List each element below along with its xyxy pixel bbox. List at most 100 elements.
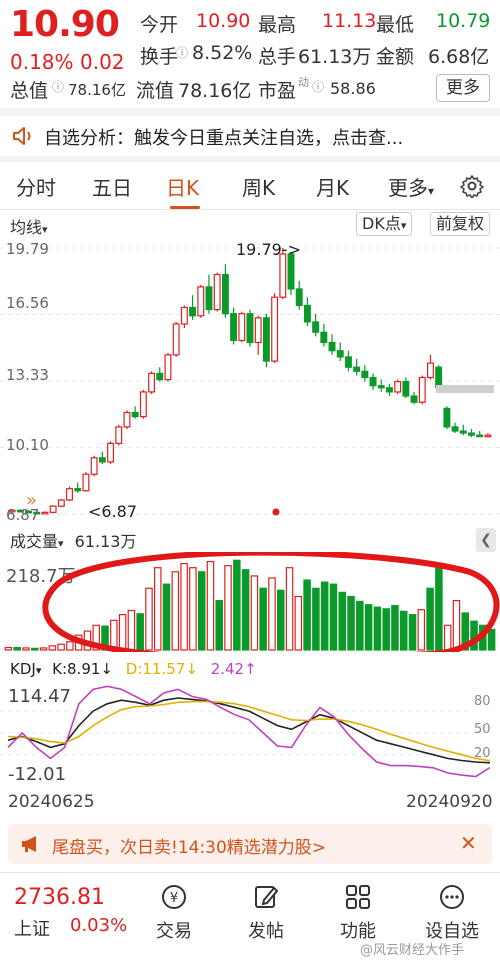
more-button[interactable]: 更多 xyxy=(436,74,490,102)
nav-add-watchlist[interactable]: 设自选 xyxy=(412,883,492,943)
volume-bar xyxy=(48,645,57,651)
candle-body xyxy=(271,296,279,362)
tab-more[interactable]: 更多▾ xyxy=(388,172,434,201)
nav-post[interactable]: 发帖 xyxy=(226,883,306,943)
adjust-selector[interactable]: 前复权 xyxy=(430,212,491,236)
candle-body xyxy=(115,426,123,444)
candle-body xyxy=(435,366,443,389)
volume-bar xyxy=(391,604,399,651)
candle-body xyxy=(443,407,451,428)
volume-bar xyxy=(153,567,162,651)
pe-value: 58.86 xyxy=(330,79,376,98)
volume-chart[interactable] xyxy=(0,552,500,652)
volume-bar xyxy=(443,624,452,651)
caret-down-icon: ▾ xyxy=(58,537,64,550)
period-tabs: 分时 五日 日K 周K 月K 更多▾ xyxy=(0,162,500,210)
info-icon[interactable]: ⓘ xyxy=(176,44,188,61)
candle-body xyxy=(238,313,246,342)
amount-value: 6.68亿 xyxy=(428,46,490,68)
expand-arrows-icon[interactable]: » xyxy=(26,490,37,511)
volume-bar xyxy=(189,567,197,651)
tab-monthly-k[interactable]: 月K xyxy=(316,172,349,201)
candlestick-chart[interactable] xyxy=(0,236,500,524)
volume-bar xyxy=(285,567,294,651)
current-price: 10.90 xyxy=(10,4,120,45)
settings-icon[interactable] xyxy=(460,174,484,198)
candle-body xyxy=(410,395,418,403)
promo-text: 尾盘买，次日卖!14:30精选潜力股> xyxy=(52,838,327,858)
volume-bar xyxy=(338,591,347,651)
change-value: 0.02 xyxy=(80,50,125,74)
notice-text: 自选分析：触发今日重点关注自选，点击查... xyxy=(44,128,404,149)
candle-body xyxy=(418,376,426,403)
info-icon[interactable]: ⓘ xyxy=(52,78,64,95)
caret-down-icon: ▾ xyxy=(400,219,407,232)
volume-label: 总手 xyxy=(258,46,297,68)
kdj-right-tick: 50 xyxy=(474,722,491,737)
volume-bar xyxy=(373,606,382,651)
nav-post-label: 发帖 xyxy=(248,921,284,942)
volume-bar xyxy=(39,647,48,651)
dk-point-selector[interactable]: DK点▾ xyxy=(356,212,413,236)
volume-bar xyxy=(66,641,74,651)
collapse-arrow-icon[interactable]: ❮ xyxy=(476,528,496,552)
candle-body xyxy=(451,426,459,432)
marker-dot xyxy=(272,508,280,516)
candle-body xyxy=(49,505,57,513)
candle-body xyxy=(377,385,385,389)
candle-body xyxy=(336,350,344,358)
y-tick-label: 13.33 xyxy=(6,366,49,384)
volume-bar xyxy=(268,577,276,651)
volume-bar xyxy=(435,567,443,651)
candle-body xyxy=(402,381,410,397)
volume-value: 61.13万 xyxy=(298,46,372,68)
candle-body xyxy=(172,323,180,356)
candle-body xyxy=(344,356,352,368)
candle-body xyxy=(230,313,238,342)
analysis-notice[interactable]: 自选分析：触发今日重点关注自选，点击查... xyxy=(0,116,500,156)
tab-daily-k[interactable]: 日K xyxy=(166,172,199,201)
pe-label: 市盈 xyxy=(258,80,297,102)
bottom-navigation: 2736.81 上证 0.03% ¥ 交易 发帖 功能 设自选 @风云财经大作手 xyxy=(0,872,500,968)
candle-body xyxy=(295,288,303,307)
volume-bar xyxy=(110,619,118,651)
index-value: 2736.81 xyxy=(14,885,105,910)
candle-body xyxy=(369,376,377,387)
candle-body xyxy=(148,372,156,393)
candle-body xyxy=(107,442,115,463)
volume-bar xyxy=(22,647,30,651)
price-band xyxy=(436,385,494,393)
quote-header: 10.90 0.18% 0.02 今开 10.90 最高 11.13 最低 10… xyxy=(0,0,500,108)
promo-banner[interactable]: 尾盘买，次日卖!14:30精选潜力股> ✕ xyxy=(8,824,492,864)
nav-functions[interactable]: 功能 xyxy=(318,883,398,943)
candle-body xyxy=(131,411,139,418)
index-name: 上证 xyxy=(14,919,50,940)
candle-body xyxy=(156,372,164,381)
tab-intraday[interactable]: 分时 xyxy=(16,172,56,201)
x-start-date: 20240625 xyxy=(8,792,95,812)
tab-five-day[interactable]: 五日 xyxy=(92,172,132,201)
candle-body xyxy=(328,341,336,352)
y-tick-label: 10.10 xyxy=(6,436,49,454)
candle-body xyxy=(41,511,49,515)
kdj-y-bottom: -12.01 xyxy=(8,764,67,785)
volume-selector[interactable]: 成交量▾ 61.13万 xyxy=(10,528,136,552)
volume-bar xyxy=(250,575,259,651)
kdj-chart[interactable] xyxy=(0,660,500,790)
y-tick-label: 16.56 xyxy=(6,294,49,312)
close-icon[interactable]: ✕ xyxy=(460,831,477,855)
ma-selector[interactable]: 均线▾ xyxy=(10,214,48,238)
ma-label: 均线 xyxy=(10,218,43,237)
min-price-annotation: <6.87 xyxy=(88,502,138,521)
candle-body xyxy=(254,317,262,344)
volume-bar xyxy=(276,589,285,651)
divider xyxy=(0,108,500,116)
info-icon[interactable]: ⓘ xyxy=(312,78,324,95)
x-end-date: 20240920 xyxy=(406,792,493,812)
volume-bar xyxy=(312,587,320,651)
tab-weekly-k[interactable]: 周K xyxy=(242,172,275,201)
candle-body xyxy=(197,286,205,317)
volume-bar xyxy=(364,604,373,651)
nav-trade[interactable]: ¥ 交易 xyxy=(134,883,214,943)
candle-body xyxy=(312,321,320,333)
